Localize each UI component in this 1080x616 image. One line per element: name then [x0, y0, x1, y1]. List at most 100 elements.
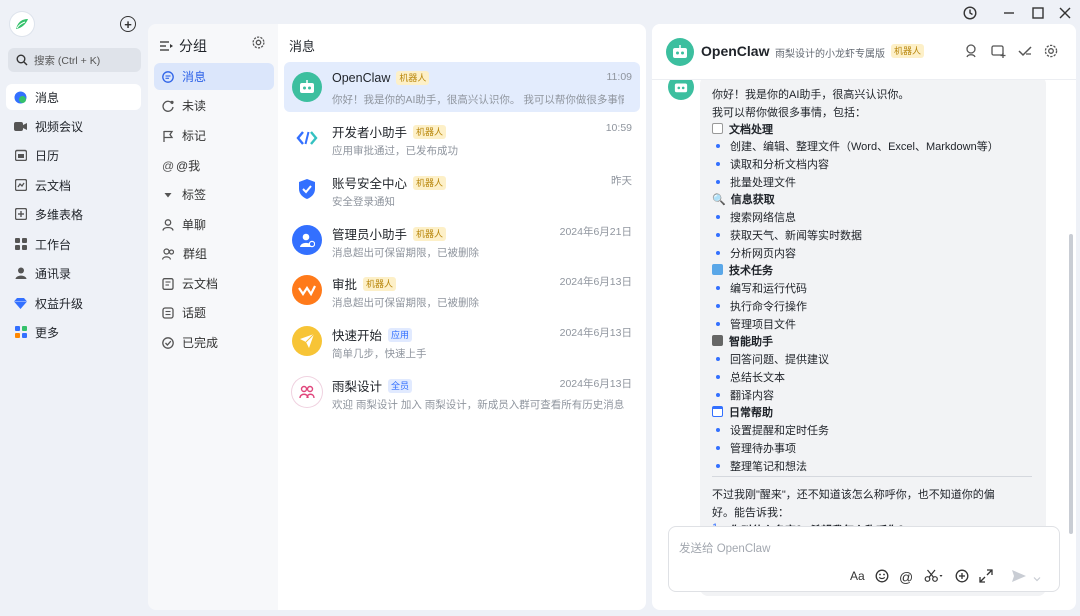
add-member-icon[interactable]: [991, 44, 1006, 61]
group-item-unread[interactable]: 未读: [154, 92, 274, 119]
code-avatar-icon: [292, 123, 322, 153]
nav-item-docs[interactable]: 云文档: [6, 172, 141, 198]
create-icon[interactable]: +: [120, 16, 136, 32]
app-logo[interactable]: [10, 12, 34, 36]
history-icon[interactable]: [963, 6, 977, 23]
message-time: 2024年6月13日: [559, 378, 632, 390]
screenshot-icon[interactable]: [924, 569, 944, 586]
section-heading-text: 技术任务: [729, 265, 773, 277]
apps-icon: [14, 238, 27, 251]
section-heading: 日常帮助: [712, 404, 773, 420]
group-item-group-chat[interactable]: 群组: [154, 240, 274, 267]
nav-item-messages[interactable]: 消息: [6, 84, 141, 110]
minimize-icon[interactable]: [1003, 6, 1015, 23]
nav-item-workplace[interactable]: 工作台: [6, 231, 141, 257]
message-snippet: 你好！我是你的AI助手，很高兴认识你。 我可以帮你做很多事情，...: [332, 94, 624, 106]
chat-line: 搜索网络信息: [730, 212, 796, 224]
chat-line: 获取天气、新闻等实时数据: [730, 230, 862, 242]
contact-name: 雨梨设计: [332, 380, 383, 394]
video-icon: [14, 120, 27, 133]
robot-avatar-icon[interactable]: [666, 38, 694, 66]
message-row-title: OpenClaw 机器人: [332, 71, 430, 85]
nav-item-calendar[interactable]: 日历: [6, 142, 141, 168]
emoji-icon[interactable]: [875, 569, 889, 586]
expand-icon[interactable]: [979, 569, 993, 586]
bullet: [716, 464, 720, 468]
message-row-quickstart[interactable]: 快速开始 应用 2024年6月13日 简单几步，快速上手: [284, 316, 640, 366]
search-input[interactable]: 搜索 (Ctrl + K): [8, 48, 141, 72]
message-icon: [162, 70, 174, 83]
chat-line: 你好！我是你的AI助手，很高兴认识你。: [712, 89, 910, 101]
chat-line: 批量处理文件: [730, 177, 796, 189]
search-person-icon[interactable]: [965, 44, 979, 61]
message-row-security[interactable]: 账号安全中心 机器人 昨天 安全登录通知: [284, 164, 640, 214]
bot-badge: 机器人: [363, 276, 397, 291]
nav-item-more[interactable]: 更多: [6, 319, 141, 345]
group-item-label: 标记: [182, 129, 207, 143]
bot-badge: 机器人: [413, 175, 447, 190]
group-item-mentions[interactable]: @ @我: [154, 152, 274, 179]
send-icon[interactable]: [1011, 569, 1027, 586]
group-item-label: @我: [176, 159, 201, 173]
robot-icon: [712, 335, 723, 346]
message-row-approval[interactable]: 审批 机器人 2024年6月13日 消息超出可保留期限，已被删除: [284, 265, 640, 315]
group-item-docs[interactable]: 云文档: [154, 270, 274, 297]
at-icon: @: [162, 158, 175, 173]
divider: [712, 476, 1032, 477]
group-item-flagged[interactable]: 标记: [154, 122, 274, 149]
group-item-tags[interactable]: 标签: [154, 181, 274, 208]
nav-item-contacts[interactable]: 通讯录: [6, 260, 141, 286]
nav-item-label: 多维表格: [35, 207, 84, 222]
task-check-icon[interactable]: [1018, 44, 1032, 61]
nav-item-bitable[interactable]: 多维表格: [6, 201, 141, 227]
contact-name: 管理员小助手: [332, 228, 408, 242]
bullet: [716, 251, 720, 255]
bot-badge: 机器人: [396, 71, 430, 85]
contact-name: 开发者小助手: [332, 126, 408, 140]
more-icon: [14, 326, 27, 339]
message-row-title: 审批 机器人: [332, 274, 397, 293]
chat-line: 执行命令行操作: [730, 301, 807, 313]
unread-icon: [162, 100, 174, 112]
message-input[interactable]: 发送给 OpenClaw: [679, 540, 770, 556]
mention-icon[interactable]: @: [899, 569, 913, 585]
bullet: [716, 393, 720, 397]
message-row-title: 开发者小助手 机器人: [332, 122, 447, 141]
table-icon: [14, 208, 27, 221]
group-item-label: 已完成: [182, 336, 219, 350]
groups-header: 分组: [160, 36, 207, 56]
section-heading: 技术任务: [712, 262, 773, 278]
chat-line: 管理项目文件: [730, 319, 796, 331]
search-icon: [16, 54, 28, 66]
group-item-done[interactable]: 已完成: [154, 329, 274, 356]
nav-item-upgrade[interactable]: 权益升级: [6, 290, 141, 316]
group-item-topics[interactable]: 话题: [154, 299, 274, 326]
doc-icon: [14, 179, 27, 192]
send-options-chevron-icon[interactable]: [1033, 571, 1041, 586]
section-heading: 智能助手: [712, 333, 773, 349]
chat-scrollbar[interactable]: [1069, 234, 1073, 534]
person-icon: [162, 218, 174, 231]
group-item-label: 标签: [182, 188, 207, 202]
search-placeholder: 搜索 (Ctrl + K): [34, 54, 101, 67]
chat-line: 分析网页内容: [730, 248, 796, 260]
message-bubble: 你好！我是你的AI助手，很高兴认识你。 我可以帮你做很多事情，包括： 文档处理 …: [700, 76, 1046, 596]
settings-icon[interactable]: [1044, 44, 1058, 61]
message-row-yuli-design[interactable]: 雨梨设计 全员 2024年6月13日 欢迎 雨梨设计 加入 雨梨设计，新成员入群可…: [284, 367, 640, 417]
doc-icon: [162, 277, 174, 290]
text-format-icon[interactable]: Aa: [850, 569, 865, 583]
group-item-single-chat[interactable]: 单聊: [154, 211, 274, 238]
settings-icon[interactable]: [252, 36, 265, 52]
close-icon[interactable]: [1059, 6, 1071, 23]
add-circle-icon[interactable]: [955, 569, 969, 586]
maximize-icon[interactable]: [1032, 6, 1044, 23]
message-row-openclaw[interactable]: OpenClaw 机器人 11:09 你好！我是你的AI助手，很高兴认识你。 我可…: [284, 62, 640, 112]
contact-name: 审批: [332, 278, 358, 292]
chat-line: 回答问题、提供建议: [730, 354, 829, 366]
nav-item-video[interactable]: 视频会议: [6, 113, 141, 139]
message-row-dev-assistant[interactable]: 开发者小助手 机器人 10:59 应用审批通过，已发布成功: [284, 113, 640, 163]
message-composer[interactable]: 发送给 OpenClaw Aa @: [668, 526, 1060, 592]
message-row-admin[interactable]: 管理员小助手 机器人 2024年6月21日 消息超出可保留期限，已被删除: [284, 215, 640, 265]
group-item-messages[interactable]: 消息: [154, 63, 274, 90]
section-heading-text: 信息获取: [730, 194, 775, 206]
